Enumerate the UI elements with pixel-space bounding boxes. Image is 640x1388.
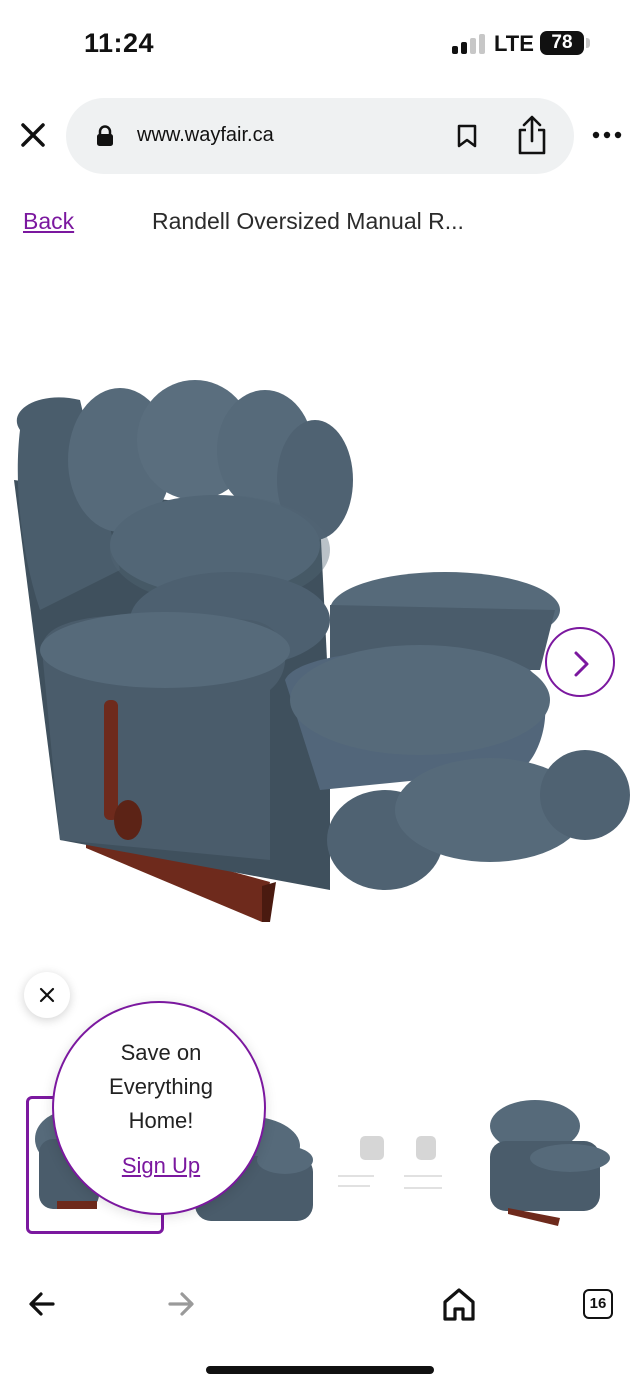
- promo-bubble: Save on Everything Home! Sign Up: [52, 1001, 266, 1215]
- product-title: Randell Oversized Manual R...: [152, 208, 464, 234]
- promo-text-line-1: Save on: [120, 1040, 202, 1065]
- recliner-product-image[interactable]: [0, 370, 640, 930]
- thumbnail-recliner-front: [490, 1100, 610, 1226]
- status-time: 11:24: [84, 28, 155, 58]
- home-icon[interactable]: [441, 1286, 477, 1322]
- share-icon[interactable]: [516, 114, 548, 156]
- thumbnail-4[interactable]: [480, 1096, 620, 1234]
- back-link[interactable]: Back: [23, 208, 74, 235]
- network-label: LTE: [494, 31, 534, 56]
- back-arrow-icon[interactable]: [28, 1290, 56, 1318]
- sign-up-link[interactable]: Sign Up: [54, 1153, 268, 1179]
- tabs-button[interactable]: 16: [583, 1289, 613, 1319]
- thumbnail-dimensions-diagram: [338, 1136, 442, 1189]
- bookmark-icon[interactable]: [456, 124, 478, 148]
- promo-close-button[interactable]: [24, 972, 70, 1018]
- forward-arrow-icon[interactable]: [167, 1290, 195, 1318]
- chevron-right-icon: [574, 651, 589, 677]
- thumbnail-3-dimensions[interactable]: [330, 1096, 450, 1234]
- promo-text-line-2: Everything: [109, 1074, 213, 1099]
- status-bar: 11:24 LTE 78: [0, 0, 640, 90]
- url-text[interactable]: www.wayfair.ca: [137, 124, 274, 147]
- more-icon[interactable]: [592, 130, 622, 140]
- close-icon[interactable]: [18, 120, 48, 150]
- signal-strength-icon: [452, 34, 486, 54]
- next-image-button[interactable]: [545, 627, 615, 697]
- battery-tip: [586, 38, 590, 48]
- battery-icon: 78: [540, 31, 584, 55]
- close-icon: [39, 987, 55, 1003]
- promo-text-line-3: Home!: [128, 1108, 194, 1133]
- lock-icon: [97, 125, 113, 146]
- home-indicator[interactable]: [206, 1366, 434, 1374]
